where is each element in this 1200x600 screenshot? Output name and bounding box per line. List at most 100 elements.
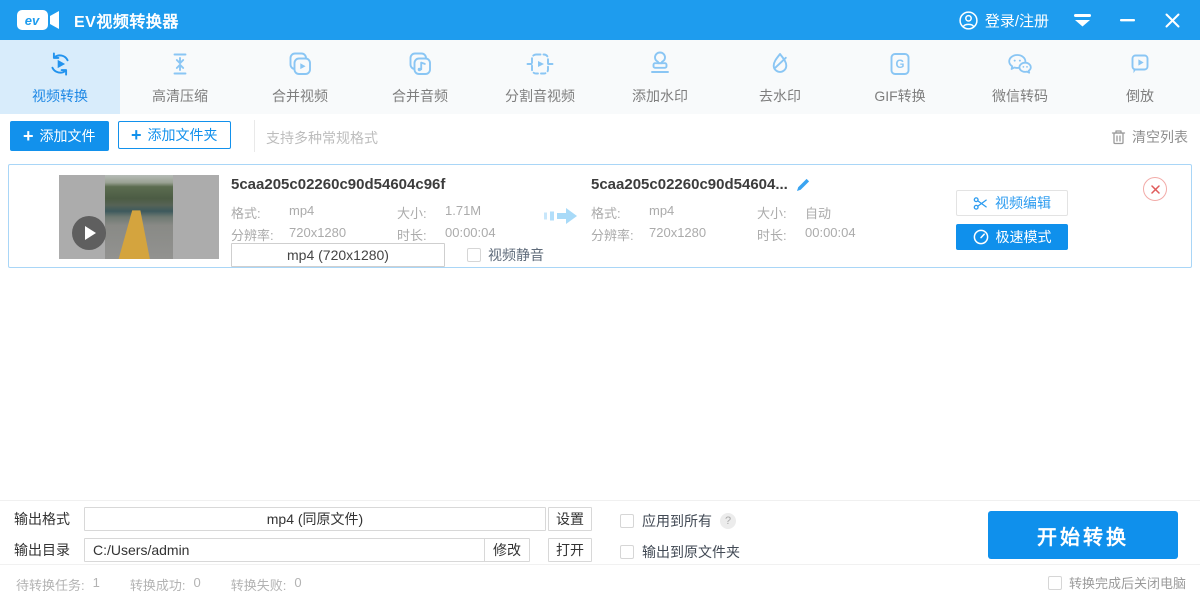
tab-label: 添加水印 [632, 86, 688, 106]
tab-video-convert[interactable]: 视频转换 [0, 40, 120, 114]
add-file-button[interactable]: + 添加文件 [10, 121, 109, 151]
output-settings-panel: 输出格式 设置 应用到所有 ? 输出目录 修改 打开 输出到原文件夹 开始转换 [0, 500, 1200, 565]
app-title: EV视频转换器 [74, 8, 179, 32]
close-window-button[interactable] [1165, 13, 1180, 28]
target-file-name-row: 5caa205c02260c90d54604... [591, 176, 810, 193]
tab-label: 合并视频 [272, 86, 328, 106]
menu-icon [1073, 14, 1092, 27]
source-meta-row: 分辨率: 720x1280 时长: 00:00:04 [231, 225, 496, 244]
resolution-label: 分辨率: [231, 225, 289, 244]
resolution-value: 720x1280 [289, 225, 397, 244]
login-register-button[interactable]: 登录/注册 [959, 10, 1049, 31]
merge-audio-icon [405, 49, 435, 79]
output-dir-input[interactable] [84, 538, 490, 562]
task-stats: 待转换任务: 1 转换成功: 0 转换失败: 0 [16, 575, 302, 594]
tab-hd-compress[interactable]: 高清压缩 [120, 40, 240, 114]
remove-file-icon [1151, 185, 1160, 194]
divider [254, 120, 255, 152]
clear-list-button[interactable]: 清空列表 [1111, 127, 1188, 147]
close-icon [1165, 13, 1180, 28]
status-bar: 待转换任务: 1 转换成功: 0 转换失败: 0 转换完成后关闭电脑 [0, 564, 1200, 600]
wechat-icon [1005, 49, 1035, 79]
plus-icon: + [131, 126, 142, 144]
output-format-input[interactable] [84, 507, 546, 531]
tab-merge-audio[interactable]: 合并音频 [360, 40, 480, 114]
gif-icon: G [885, 49, 915, 79]
apply-all-checkbox[interactable] [620, 514, 634, 528]
shutdown-checkbox[interactable] [1048, 576, 1062, 590]
tab-label: 倒放 [1126, 86, 1154, 106]
video-edit-label: 视频编辑 [995, 193, 1051, 213]
tab-split-av[interactable]: 分割音视频 [480, 40, 600, 114]
modify-dir-button[interactable]: 修改 [484, 538, 530, 562]
target-meta-row: 分辨率: 720x1280 时长: 00:00:04 [591, 225, 856, 244]
tab-wechat-transcode[interactable]: 微信转码 [960, 40, 1080, 114]
video-thumbnail[interactable] [59, 175, 219, 259]
tab-reverse-play[interactable]: 倒放 [1080, 40, 1200, 114]
stamp-icon [645, 49, 675, 79]
mute-checkbox[interactable] [467, 248, 481, 262]
output-preset-dropdown[interactable]: mp4 (720x1280) [231, 243, 445, 267]
mute-option: 视频静音 [467, 245, 544, 265]
open-dir-button[interactable]: 打开 [548, 538, 592, 562]
tab-add-watermark[interactable]: 添加水印 [600, 40, 720, 114]
format-label: 格式: [591, 203, 649, 222]
duration-label: 时长: [397, 225, 445, 244]
minimize-button[interactable] [1120, 19, 1135, 22]
failed-value: 0 [294, 575, 301, 594]
add-folder-button[interactable]: + 添加文件夹 [118, 121, 231, 149]
shutdown-option: 转换完成后关闭电脑 [1048, 573, 1186, 592]
user-icon [959, 11, 978, 30]
play-button[interactable] [72, 216, 106, 250]
open-label: 打开 [556, 540, 584, 560]
output-format-label: 输出格式 [14, 507, 70, 531]
tab-label: GIF转换 [874, 86, 925, 106]
size-label: 大小: [397, 203, 445, 222]
apply-all-option: 应用到所有 ? [620, 511, 736, 531]
droplet-slash-icon [765, 49, 795, 79]
compress-icon [165, 49, 195, 79]
edit-name-icon[interactable] [796, 178, 810, 192]
action-bar: + 添加文件 + 添加文件夹 支持多种常规格式 清空列表 [0, 114, 1200, 164]
speedometer-icon [973, 229, 989, 245]
tab-label: 视频转换 [32, 86, 88, 106]
help-icon[interactable]: ? [720, 513, 736, 529]
titlebar-controls: 登录/注册 [959, 10, 1200, 31]
pending-value: 1 [93, 575, 100, 594]
settings-button[interactable]: 设置 [548, 507, 592, 531]
tab-gif-convert[interactable]: G GIF转换 [840, 40, 960, 114]
tab-merge-video[interactable]: 合并视频 [240, 40, 360, 114]
video-convert-icon [45, 49, 75, 79]
app-window: ev EV视频转换器 登录/注册 [0, 0, 1200, 600]
app-logo: ev [16, 8, 62, 32]
failed-label: 转换失败: [231, 575, 287, 594]
tab-label: 高清压缩 [152, 86, 208, 106]
tab-remove-watermark[interactable]: 去水印 [720, 40, 840, 114]
split-av-icon [525, 49, 555, 79]
fast-mode-button[interactable]: 极速模式 [956, 224, 1068, 250]
feature-tab-bar: 视频转换 高清压缩 合并视频 [0, 40, 1200, 115]
apply-all-label: 应用到所有 [642, 511, 712, 531]
settings-label: 设置 [556, 509, 584, 529]
size-value: 自动 [805, 203, 831, 222]
tab-label: 去水印 [759, 86, 801, 106]
resolution-value: 720x1280 [649, 225, 757, 244]
svg-text:G: G [896, 59, 905, 71]
success-stat: 转换成功: 0 [130, 575, 201, 594]
source-file-name: 5caa205c02260c90d54604c96f [231, 176, 445, 193]
tab-label: 合并音频 [392, 86, 448, 106]
duration-label: 时长: [757, 225, 805, 244]
success-value: 0 [193, 575, 200, 594]
output-to-source-checkbox[interactable] [620, 545, 634, 559]
remove-file-button[interactable] [1143, 177, 1167, 201]
fast-mode-label: 极速模式 [996, 227, 1052, 247]
plus-icon: + [23, 127, 34, 145]
transfer-arrow-icon [541, 201, 581, 231]
add-file-label: 添加文件 [40, 126, 96, 146]
format-value: mp4 [649, 203, 757, 222]
formats-hint: 支持多种常规格式 [266, 128, 378, 148]
size-label: 大小: [757, 203, 805, 222]
video-edit-button[interactable]: 视频编辑 [956, 190, 1068, 216]
main-menu-button[interactable] [1073, 14, 1092, 27]
start-convert-button[interactable]: 开始转换 [988, 511, 1178, 559]
